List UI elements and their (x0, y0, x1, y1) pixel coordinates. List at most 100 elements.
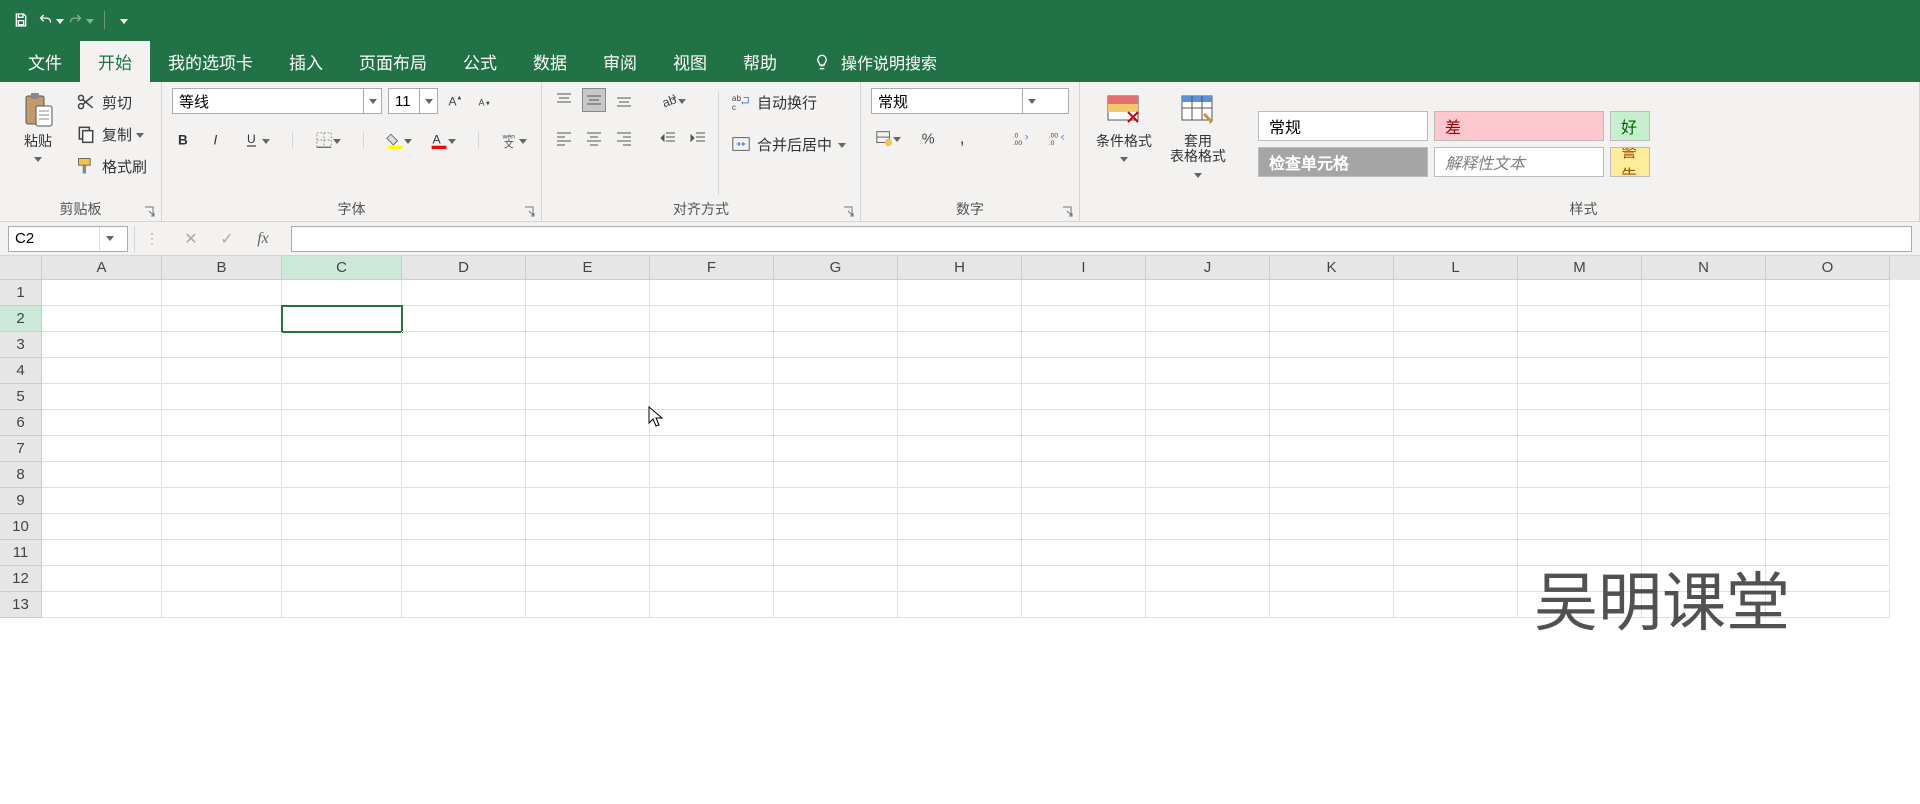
cell[interactable] (42, 540, 162, 566)
row-header[interactable]: 1 (0, 280, 42, 306)
drag-handle-icon[interactable]: ⋮ (141, 230, 163, 247)
cell[interactable] (1270, 306, 1394, 332)
align-left-button[interactable] (552, 126, 576, 150)
number-format-dropdown-icon[interactable] (1022, 89, 1040, 113)
cell[interactable] (1394, 592, 1518, 618)
cell[interactable] (1642, 410, 1766, 436)
italic-button[interactable]: I (206, 128, 230, 152)
cell[interactable] (42, 306, 162, 332)
cell[interactable] (402, 436, 526, 462)
cell-style-normal[interactable]: 常规 (1258, 111, 1428, 141)
copy-button[interactable]: 复制 (72, 120, 151, 148)
cell[interactable] (162, 358, 282, 384)
cell[interactable] (774, 332, 898, 358)
cell[interactable] (774, 488, 898, 514)
cell[interactable] (898, 514, 1022, 540)
cell[interactable] (1146, 540, 1270, 566)
cell[interactable] (1394, 566, 1518, 592)
cell[interactable] (282, 488, 402, 514)
qat-save-button[interactable] (8, 7, 34, 33)
increase-font-button[interactable]: A▴ (444, 89, 468, 113)
alignment-launcher[interactable] (842, 205, 856, 219)
cell[interactable] (774, 280, 898, 306)
cell[interactable] (1766, 514, 1890, 540)
row-header[interactable]: 12 (0, 566, 42, 592)
cell[interactable] (1642, 384, 1766, 410)
cell[interactable] (774, 592, 898, 618)
row-header[interactable]: 2 (0, 306, 42, 332)
insert-function-button[interactable]: fx (251, 227, 275, 251)
column-header[interactable]: O (1766, 256, 1890, 280)
cell[interactable] (402, 514, 526, 540)
column-header[interactable]: A (42, 256, 162, 280)
cell[interactable] (1642, 462, 1766, 488)
percent-button[interactable]: % (917, 126, 941, 150)
cell[interactable] (402, 540, 526, 566)
tab-file[interactable]: 文件 (10, 41, 80, 82)
font-name-combo[interactable] (172, 88, 382, 114)
format-as-table-button[interactable]: 套用 表格格式 (1158, 88, 1238, 183)
cell[interactable] (402, 280, 526, 306)
cell[interactable] (650, 410, 774, 436)
cell[interactable] (1766, 410, 1890, 436)
font-size-input[interactable] (389, 89, 419, 113)
cell[interactable] (1766, 436, 1890, 462)
cell[interactable] (650, 462, 774, 488)
cell[interactable] (1270, 462, 1394, 488)
cell[interactable] (1766, 488, 1890, 514)
row-header[interactable]: 8 (0, 462, 42, 488)
tab-review[interactable]: 审阅 (585, 41, 655, 82)
cell[interactable] (162, 514, 282, 540)
cell[interactable] (1022, 514, 1146, 540)
cell[interactable] (1518, 410, 1642, 436)
cell[interactable] (162, 384, 282, 410)
decrease-font-button[interactable]: A▾ (474, 89, 498, 113)
cell[interactable] (1766, 280, 1890, 306)
cell[interactable] (1642, 358, 1766, 384)
cell[interactable] (898, 488, 1022, 514)
cell[interactable] (1394, 488, 1518, 514)
cell[interactable] (526, 566, 650, 592)
row-header[interactable]: 6 (0, 410, 42, 436)
cell[interactable] (1766, 306, 1890, 332)
cell[interactable] (526, 462, 650, 488)
cell[interactable] (898, 462, 1022, 488)
cell[interactable] (898, 540, 1022, 566)
align-middle-button[interactable] (582, 88, 606, 112)
column-header[interactable]: K (1270, 256, 1394, 280)
cell[interactable] (774, 540, 898, 566)
accept-formula-button[interactable]: ✓ (215, 227, 239, 251)
cell[interactable] (42, 514, 162, 540)
cell[interactable] (1518, 332, 1642, 358)
cell[interactable] (1022, 462, 1146, 488)
cell[interactable] (402, 332, 526, 358)
cell[interactable] (1146, 306, 1270, 332)
cell[interactable] (650, 540, 774, 566)
row-header[interactable]: 9 (0, 488, 42, 514)
cell[interactable] (162, 592, 282, 618)
cell[interactable] (526, 540, 650, 566)
cell[interactable] (162, 566, 282, 592)
cell[interactable] (898, 332, 1022, 358)
qat-customize-button[interactable] (111, 7, 137, 33)
cell[interactable] (1270, 332, 1394, 358)
tab-insert[interactable]: 插入 (271, 41, 341, 82)
conditional-format-button[interactable]: 条件格式 (1090, 88, 1158, 167)
cell[interactable] (402, 566, 526, 592)
column-header[interactable]: M (1518, 256, 1642, 280)
cell[interactable] (42, 566, 162, 592)
name-box-dropdown-icon[interactable] (99, 227, 119, 251)
cell[interactable] (774, 358, 898, 384)
row-header[interactable]: 13 (0, 592, 42, 618)
cell[interactable] (1022, 410, 1146, 436)
formula-input-wrap[interactable] (291, 226, 1912, 252)
name-box[interactable] (8, 226, 128, 252)
cell[interactable] (650, 358, 774, 384)
cell[interactable] (1146, 332, 1270, 358)
cell[interactable] (1518, 514, 1642, 540)
cell[interactable] (774, 384, 898, 410)
paste-button[interactable]: 粘贴 (10, 88, 66, 167)
tab-data[interactable]: 数据 (515, 41, 585, 82)
cell[interactable] (1642, 592, 1766, 618)
cell[interactable] (1518, 488, 1642, 514)
